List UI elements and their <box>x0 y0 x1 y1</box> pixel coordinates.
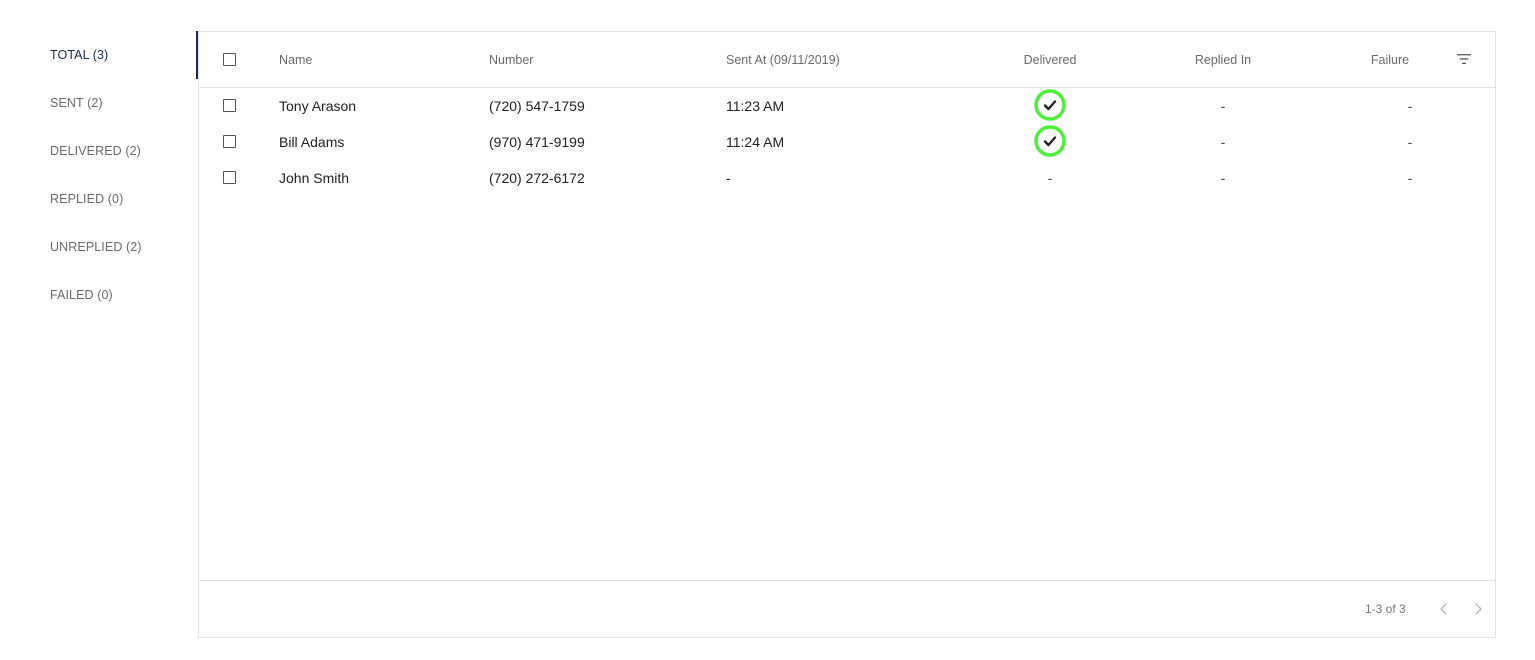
column-header-replied-in[interactable]: Replied In <box>1195 32 1251 88</box>
table-row[interactable]: Tony Arason (720) 547-1759 11:23 AM - - <box>199 88 1495 124</box>
sidebar-item-label: SENT (2) <box>50 96 103 110</box>
chevron-right-icon[interactable] <box>1471 601 1485 617</box>
messages-table: Name Number Sent At (09/11/2019) Deliver… <box>198 31 1496 638</box>
column-header-number[interactable]: Number <box>489 32 533 88</box>
pagination-range: 1-3 of 3 <box>1365 602 1406 616</box>
column-header-name[interactable]: Name <box>279 32 312 88</box>
table-row[interactable]: Bill Adams (970) 471-9199 11:24 AM - - <box>199 124 1495 160</box>
sidebar-item-total[interactable]: TOTAL (3) <box>0 31 198 79</box>
page: TOTAL (3) SENT (2) DELIVERED (2) REPLIED… <box>0 0 1535 660</box>
row-checkbox[interactable] <box>223 135 236 148</box>
cell-name: Tony Arason <box>279 98 357 114</box>
sidebar-item-unreplied[interactable]: UNREPLIED (2) <box>0 223 196 271</box>
cell-sent-at: 11:23 AM <box>726 98 785 114</box>
sidebar-item-sent[interactable]: SENT (2) <box>0 79 196 127</box>
filter-icon[interactable] <box>1456 52 1472 66</box>
check-icon <box>1034 89 1066 121</box>
sidebar-item-label: DELIVERED (2) <box>50 144 141 158</box>
column-header-failure[interactable]: Failure <box>1371 32 1409 88</box>
check-icon <box>1034 125 1066 157</box>
cell-sent-at: 11:24 AM <box>726 134 785 150</box>
sidebar-item-delivered[interactable]: DELIVERED (2) <box>0 127 196 175</box>
cell-replied-in: - <box>1220 170 1226 186</box>
row-checkbox[interactable] <box>223 171 236 184</box>
sidebar-item-failed[interactable]: FAILED (0) <box>0 271 196 319</box>
sidebar-item-label: FAILED (0) <box>50 288 113 302</box>
cell-failure: - <box>1407 170 1413 186</box>
cell-replied-in: - <box>1220 134 1226 150</box>
cell-delivered: - <box>1047 170 1053 186</box>
cell-name: John Smith <box>279 170 350 186</box>
cell-failure: - <box>1407 98 1413 114</box>
table-header: Name Number Sent At (09/11/2019) Deliver… <box>199 32 1495 88</box>
cell-number: (720) 272-6172 <box>489 170 585 186</box>
column-header-delivered[interactable]: Delivered <box>1024 32 1077 88</box>
sidebar-item-label: TOTAL (3) <box>50 48 109 62</box>
sidebar-item-label: REPLIED (0) <box>50 192 124 206</box>
column-header-sent-at[interactable]: Sent At (09/11/2019) <box>726 32 840 88</box>
chevron-left-icon[interactable] <box>1437 601 1451 617</box>
select-all-checkbox[interactable] <box>223 53 236 66</box>
sidebar-item-label: UNREPLIED (2) <box>50 240 142 254</box>
sidebar-item-replied[interactable]: REPLIED (0) <box>0 175 196 223</box>
cell-failure: - <box>1407 134 1413 150</box>
sidebar-filter-nav: TOTAL (3) SENT (2) DELIVERED (2) REPLIED… <box>0 31 198 319</box>
cell-name: Bill Adams <box>279 134 345 150</box>
row-checkbox[interactable] <box>223 99 236 112</box>
table-footer: 1-3 of 3 <box>199 580 1495 637</box>
cell-replied-in: - <box>1220 98 1226 114</box>
cell-sent-at: - <box>726 170 731 186</box>
cell-number: (720) 547-1759 <box>489 98 585 114</box>
cell-number: (970) 471-9199 <box>489 134 585 150</box>
table-row[interactable]: John Smith (720) 272-6172 - - - - <box>199 160 1495 196</box>
